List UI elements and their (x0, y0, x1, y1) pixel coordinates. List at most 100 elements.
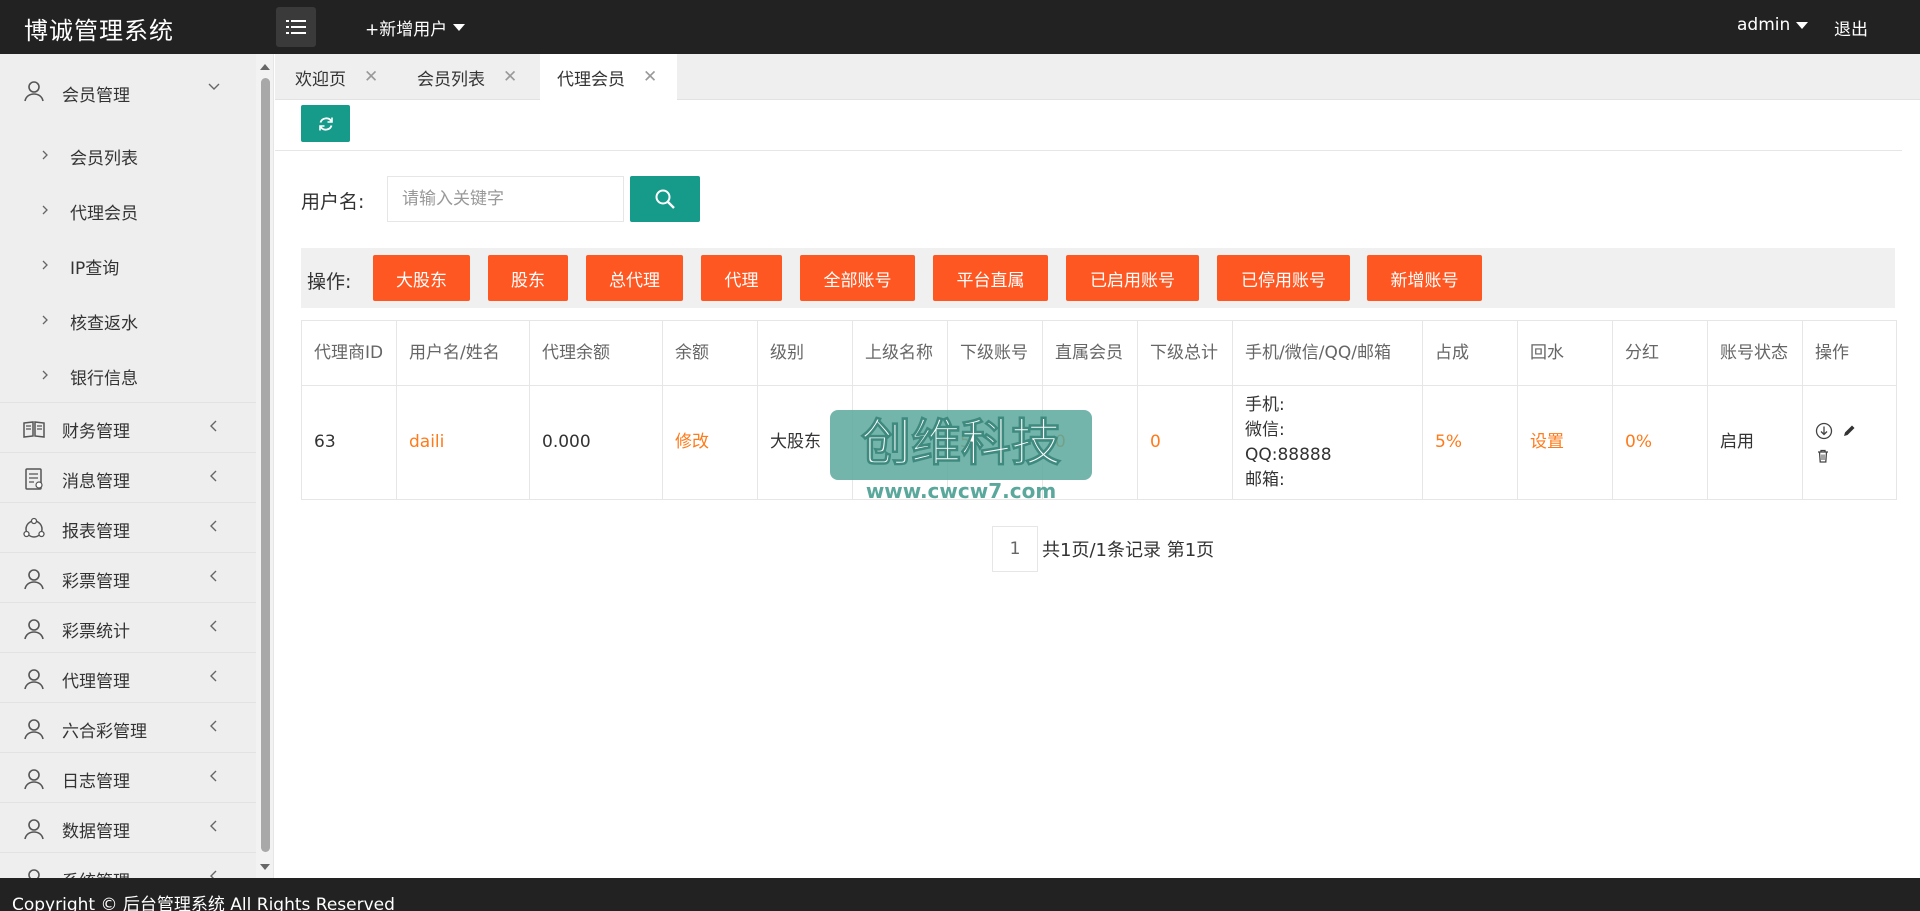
platform-direct-button[interactable]: 平台直属 (933, 255, 1048, 301)
user-icon (24, 669, 44, 690)
user-icon (24, 719, 44, 740)
admin-user-menu[interactable]: admin (1737, 15, 1809, 35)
general-agent-button[interactable]: 总代理 (586, 255, 683, 301)
sidebar-group-label: 日志管理 (62, 772, 130, 792)
contact-email: 邮箱: (1245, 469, 1285, 490)
close-icon[interactable]: ✕ (643, 67, 657, 87)
sidebar-group-data[interactable]: 数据管理 (0, 803, 256, 853)
close-icon[interactable]: ✕ (364, 67, 378, 87)
sidebar-group-finance[interactable]: 财务管理 (0, 403, 256, 453)
chevron-left-icon (210, 720, 217, 732)
username-link[interactable]: daili (409, 432, 444, 452)
tab-agent-member[interactable]: 代理会员 ✕ (540, 54, 678, 100)
scroll-thumb[interactable] (261, 78, 270, 852)
sidebar-item-ip-query[interactable]: IP查询 (0, 238, 256, 293)
column-header: 级别 (757, 320, 853, 386)
table-header-row: 代理商ID 用户名/姓名 代理余额 余额 级别 上级名称 下级账号 直属会员 下… (301, 320, 1897, 386)
chevron-down-icon (208, 83, 220, 90)
sidebar-group-agent[interactable]: 代理管理 (0, 653, 256, 703)
sidebar-group-label: 报表管理 (62, 522, 130, 542)
sidebar-group-report[interactable]: 报表管理 (0, 503, 256, 553)
sidebar-group-mark-six[interactable]: 六合彩管理 (0, 703, 256, 753)
add-user-menu[interactable]: +新增用户 (365, 15, 466, 40)
shareholder-button[interactable]: 股东 (488, 255, 568, 301)
user-icon (24, 769, 44, 790)
sidebar-group-lottery[interactable]: 彩票管理 (0, 553, 256, 603)
sidebar-item-bank-info[interactable]: 银行信息 (0, 348, 256, 403)
sidebar-item-label: 代理会员 (70, 204, 138, 224)
tab-label: 会员列表 (417, 69, 485, 90)
column-header: 下级账号 (947, 320, 1043, 386)
sidebar-group-label: 会员管理 (62, 86, 130, 106)
sidebar-group-member[interactable]: 会员管理 (0, 54, 256, 128)
disabled-accounts-button[interactable]: 已停用账号 (1217, 255, 1350, 301)
top-header: 博诚管理系统 +新增用户 admin 退出 (0, 0, 1920, 54)
scroll-down-arrow-icon[interactable] (260, 864, 270, 870)
sidebar-item-label: 会员列表 (70, 149, 138, 169)
column-header: 余额 (662, 320, 758, 386)
sidebar-item-member-list[interactable]: 会员列表 (0, 128, 256, 183)
sidebar-item-agent-member[interactable]: 代理会员 (0, 183, 256, 238)
user-icon (24, 619, 44, 640)
close-icon[interactable]: ✕ (503, 67, 517, 87)
share-link[interactable]: 5% (1435, 432, 1462, 452)
sidebar-group-message[interactable]: 消息管理 (0, 453, 256, 503)
sidebar-group-label: 彩票统计 (62, 622, 130, 642)
sidebar-scrollbar[interactable] (256, 54, 274, 878)
pagination-page-1[interactable]: 1 (992, 526, 1038, 572)
user-icon (24, 819, 44, 840)
agent-id-cell: 63 (301, 385, 397, 500)
account-status-cell: 启用 (1707, 385, 1803, 500)
chevron-left-icon (210, 520, 217, 532)
username-label: 用户名: (301, 191, 365, 213)
chevron-left-icon (210, 870, 217, 878)
username-search-input[interactable] (387, 176, 624, 222)
column-header: 下级总计 (1137, 320, 1233, 386)
app-logo[interactable]: 博诚管理系统 (24, 11, 174, 46)
sidebar-group-label: 财务管理 (62, 422, 130, 442)
rebate-settings-link[interactable]: 设置 (1530, 432, 1564, 452)
trash-icon[interactable] (1815, 448, 1831, 464)
menu-toggle-button[interactable] (276, 7, 316, 47)
column-header: 用户名/姓名 (396, 320, 530, 386)
agent-button[interactable]: 代理 (701, 255, 782, 301)
scroll-up-arrow-icon[interactable] (260, 64, 270, 70)
dividend-link[interactable]: 0% (1625, 432, 1652, 452)
tab-member-list[interactable]: 会员列表 ✕ (417, 54, 517, 100)
message-icon (25, 468, 43, 490)
edit-balance-link[interactable]: 修改 (675, 432, 709, 452)
search-button[interactable] (630, 176, 700, 222)
column-header: 操作 (1802, 320, 1897, 386)
edit-pencil-icon[interactable] (1841, 423, 1857, 439)
sidebar-group-label: 消息管理 (62, 472, 130, 492)
sidebar-group-log[interactable]: 日志管理 (0, 753, 256, 803)
search-icon (655, 189, 675, 209)
download-circle-icon[interactable] (1815, 422, 1833, 440)
tab-welcome[interactable]: 欢迎页 ✕ (295, 54, 378, 100)
agent-member-table: 代理商ID 用户名/姓名 代理余额 余额 级别 上级名称 下级账号 直属会员 下… (301, 320, 1897, 500)
chevron-right-icon (42, 150, 48, 160)
sidebar-group-system[interactable]: 系统管理 (0, 853, 256, 878)
watermark-title: 创维科技 (861, 414, 1061, 472)
sidebar: 会员管理 会员列表 代理会员 IP查询 核查返水 银行信息 财务管理 消息管理 … (0, 54, 256, 878)
add-account-button[interactable]: 新增账号 (1367, 255, 1482, 301)
refresh-button[interactable] (301, 105, 350, 142)
tab-bar: 欢迎页 ✕ 会员列表 ✕ 代理会员 ✕ (275, 54, 1920, 100)
sidebar-item-label: IP查询 (70, 259, 120, 279)
enabled-accounts-button[interactable]: 已启用账号 (1066, 255, 1199, 301)
contact-wechat: 微信: (1245, 419, 1285, 440)
sidebar-group-label: 代理管理 (62, 672, 130, 692)
chevron-left-icon (210, 620, 217, 632)
sub-total-link[interactable]: 0 (1150, 432, 1161, 452)
all-accounts-button[interactable]: 全部账号 (800, 255, 915, 301)
major-shareholder-button[interactable]: 大股东 (373, 255, 470, 301)
chevron-right-icon (42, 260, 48, 270)
sidebar-item-rebate-check[interactable]: 核查返水 (0, 293, 256, 348)
logout-link[interactable]: 退出 (1834, 15, 1868, 40)
user-icon (24, 569, 44, 590)
sidebar-group-label: 六合彩管理 (62, 722, 147, 742)
column-header: 代理商ID (301, 320, 397, 386)
sidebar-item-label: 银行信息 (70, 369, 138, 389)
sidebar-group-lottery-stats[interactable]: 彩票统计 (0, 603, 256, 653)
column-header: 账号状态 (1707, 320, 1803, 386)
